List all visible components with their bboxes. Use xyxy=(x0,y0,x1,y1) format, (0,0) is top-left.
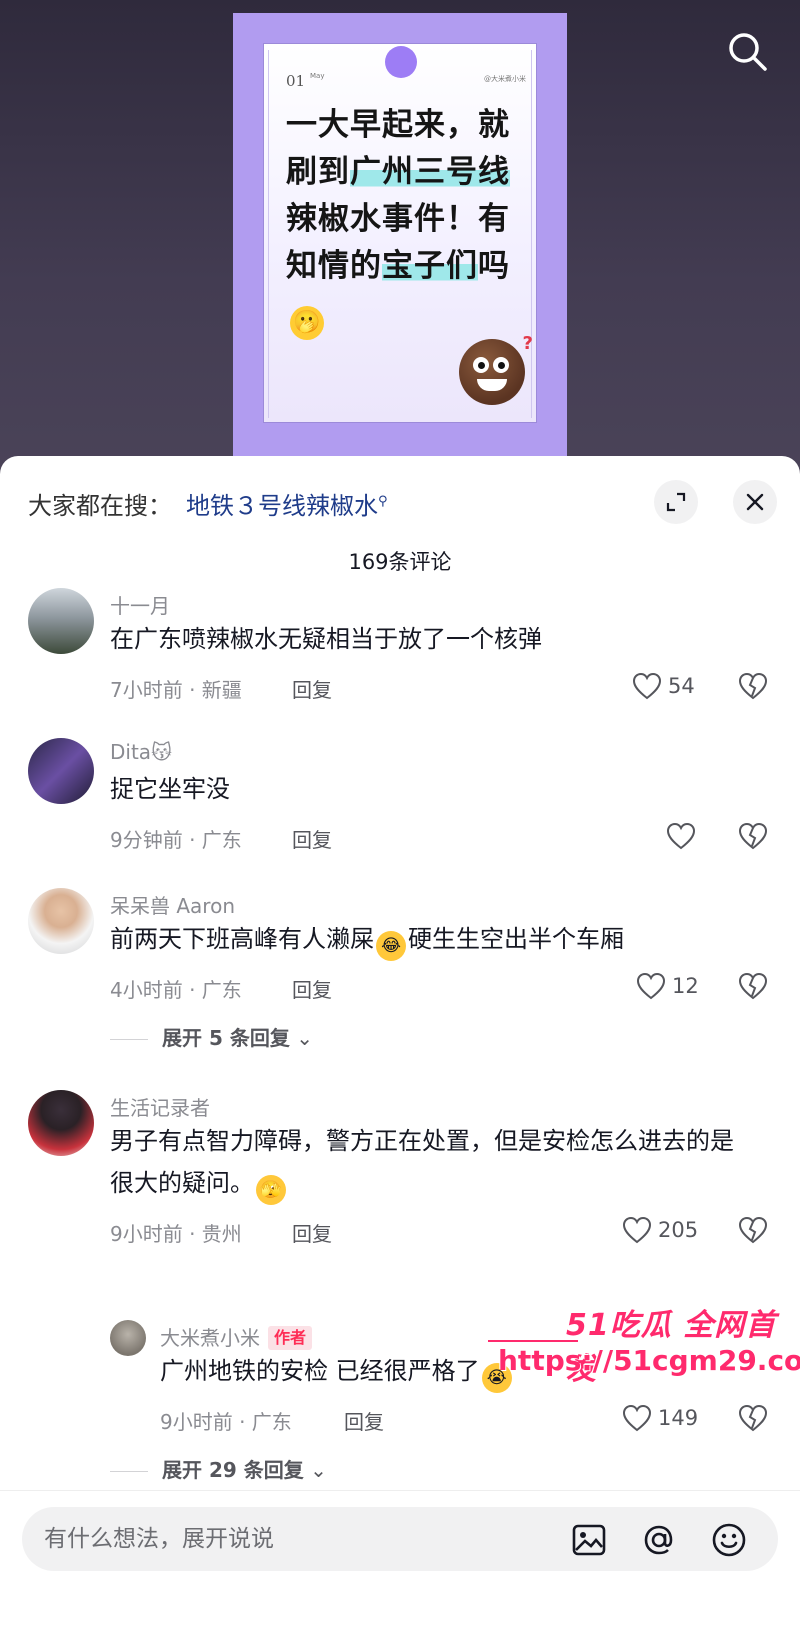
post-line-3: 辣椒水事件！有 xyxy=(286,201,510,237)
expand-replies-button[interactable]: 展开 29 条回复 ⌄ xyxy=(110,1454,327,1483)
reply-button[interactable]: 回复 xyxy=(292,1218,332,1247)
comment-sheet: 大家都在搜： 地铁３号线辣椒水⚲ 169条评论 十一月 在广东喷辣椒水无疑相当于… xyxy=(0,456,800,1641)
post-note-card: 01 May @大米煮小米 一大早起来，就 刷到广州三号线 辣椒水事件！有 知情… xyxy=(263,43,537,423)
broken-heart-icon xyxy=(738,972,768,1000)
search-icon[interactable] xyxy=(726,30,770,74)
dislike-button[interactable] xyxy=(738,822,768,854)
reply-button[interactable]: 回复 xyxy=(292,674,332,703)
pin-icon xyxy=(385,46,417,78)
cat-emoji-icon: 😽 xyxy=(151,740,172,764)
comment-sheet-header: 大家都在搜： 地铁３号线辣椒水⚲ 169条评论 xyxy=(0,456,800,574)
post-number: 01 xyxy=(286,72,306,90)
like-count: 54 xyxy=(668,674,695,698)
post-month: May xyxy=(310,72,325,80)
avatar[interactable] xyxy=(28,588,94,654)
post-media-area[interactable]: 01 May @大米煮小米 一大早起来，就 刷到广州三号线 辣椒水事件！有 知情… xyxy=(0,0,800,473)
shushing-emoji-icon: 🫢 xyxy=(290,306,324,340)
close-button[interactable] xyxy=(733,480,777,524)
post-line-1: 一大早起来，就 xyxy=(286,107,510,143)
close-icon xyxy=(746,493,764,511)
broken-heart-icon xyxy=(738,672,768,700)
post-headline: 一大早起来，就 刷到广州三号线 辣椒水事件！有 知情的宝子们吗 xyxy=(286,102,526,290)
heart-icon xyxy=(632,672,662,700)
dislike-button[interactable] xyxy=(738,1404,768,1436)
comment-username[interactable]: 生活记录者 xyxy=(110,1092,210,1121)
post-image: 01 May @大米煮小米 一大早起来，就 刷到广州三号线 辣椒水事件！有 知情… xyxy=(233,13,567,473)
post-handle: @大米煮小米 xyxy=(484,75,526,83)
heart-icon xyxy=(622,1404,652,1432)
post-line-2: 刷到广州三号线 xyxy=(286,154,510,190)
heart-icon xyxy=(636,972,666,1000)
comment-username[interactable]: 呆呆兽 Aaron xyxy=(110,890,235,919)
comment-username[interactable]: Dita😽 xyxy=(110,740,172,764)
comment-count-title: 169条评论 xyxy=(348,550,452,574)
reply-time-location: 9小时前 · 广东 xyxy=(160,1410,292,1434)
trending-search-label: 大家都在搜： xyxy=(28,492,172,520)
comment-input[interactable] xyxy=(44,1521,524,1557)
image-icon[interactable] xyxy=(570,1521,608,1559)
author-badge: 作者 xyxy=(268,1326,313,1350)
expand-icon xyxy=(666,492,686,512)
reply-button[interactable]: 回复 xyxy=(292,974,332,1003)
like-count: 149 xyxy=(658,1406,699,1430)
comment-text: 男子有点智力障碍，警方正在处置，但是安检怎么进去的是很大的疑问。 🫣 xyxy=(110,1120,750,1205)
heart-icon xyxy=(622,1216,652,1244)
comment-time-location: 7小时前 · 新疆 xyxy=(110,678,242,702)
avatar[interactable] xyxy=(28,1090,94,1156)
laughing-emoji-icon: 😂 xyxy=(376,931,406,961)
dislike-button[interactable] xyxy=(738,1216,768,1248)
heart-icon xyxy=(666,822,696,850)
broken-heart-icon xyxy=(738,1404,768,1432)
broken-heart-icon xyxy=(738,1216,768,1244)
reply-button[interactable]: 回复 xyxy=(292,824,332,853)
peeking-emoji-icon: 🫣 xyxy=(256,1175,286,1205)
reply-button[interactable]: 回复 xyxy=(344,1406,384,1435)
chevron-down-icon: ⌄ xyxy=(310,1458,327,1482)
expand-button[interactable] xyxy=(654,480,698,524)
like-count: 12 xyxy=(672,974,699,998)
dislike-button[interactable] xyxy=(738,972,768,1004)
avatar[interactable] xyxy=(110,1320,146,1356)
watermark-divider xyxy=(488,1340,578,1342)
emoji-icon[interactable] xyxy=(710,1521,748,1559)
avatar[interactable] xyxy=(28,888,94,954)
watermark-url: https://51cgm29.com xyxy=(498,1344,800,1377)
post-line-4: 知情的宝子们吗 xyxy=(286,248,510,284)
comment-input-container[interactable] xyxy=(22,1507,778,1571)
comment-time-location: 4小时前 · 广东 xyxy=(110,978,242,1002)
watermark: 51吃瓜 全网首发 https://51cgm29.com xyxy=(488,1300,800,1400)
sweating-face-emoji-icon: ? xyxy=(459,333,533,405)
comment-text: 捉它坐牢没 xyxy=(110,775,230,803)
search-small-icon: ⚲ xyxy=(378,494,388,509)
comment-input-bar xyxy=(0,1490,800,1641)
mention-icon[interactable] xyxy=(640,1521,678,1559)
like-count: 205 xyxy=(658,1218,699,1242)
dislike-button[interactable] xyxy=(738,672,768,704)
comment-text: 前两天下班高峰有人濑屎 😂 硬生生空出半个车厢 xyxy=(110,918,750,961)
comment-username[interactable]: 十一月 xyxy=(110,590,170,619)
comment-text: 在广东喷辣椒水无疑相当于放了一个核弹 xyxy=(110,625,542,653)
comment-time-location: 9分钟前 · 广东 xyxy=(110,828,242,852)
comment-time-location: 9小时前 · 贵州 xyxy=(110,1222,242,1246)
trending-search-link[interactable]: 地铁３号线辣椒水⚲ xyxy=(186,486,388,521)
chevron-down-icon: ⌄ xyxy=(296,1026,313,1050)
avatar[interactable] xyxy=(28,738,94,804)
expand-replies-button[interactable]: 展开 5 条回复 ⌄ xyxy=(110,1022,313,1051)
reply-username[interactable]: 大米煮小米 作者 xyxy=(160,1322,313,1351)
broken-heart-icon xyxy=(738,822,768,850)
